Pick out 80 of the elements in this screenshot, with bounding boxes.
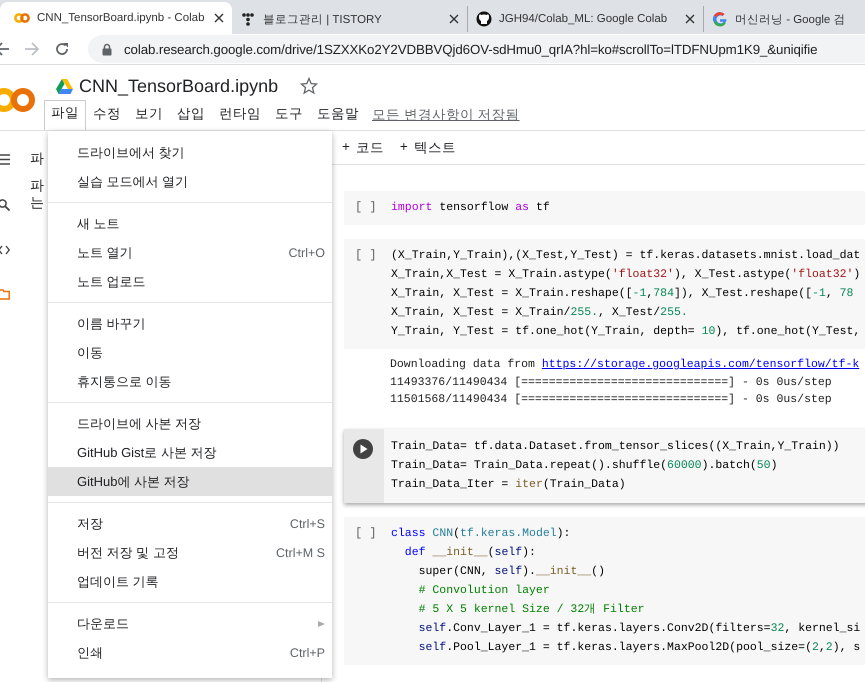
menu-option[interactable]: GitHub에 사본 저장 <box>48 467 332 496</box>
cell-prompt: [ ] <box>355 524 377 542</box>
menu-option[interactable]: 이름 바꾸기 <box>48 309 332 338</box>
tab-title: 블로그관리 | TISTORY <box>263 12 383 26</box>
browser-tab[interactable]: 블로그관리 | TISTORY <box>232 6 468 32</box>
menu-option[interactable]: 노트 업로드 <box>48 267 332 296</box>
cell-prompt: [ ] <box>355 247 377 264</box>
drive-icon <box>56 78 73 94</box>
menu-item[interactable]: 보기 <box>128 101 170 128</box>
close-icon[interactable] <box>214 13 224 23</box>
code-line: X_Train,X_Test = X_Train.astype('float32'), X_Test.astype('float32') <box>391 267 860 283</box>
menu-icon[interactable] <box>0 154 10 165</box>
menu-item[interactable]: 도움말 <box>310 101 366 128</box>
menu-option[interactable]: 이동 <box>48 338 332 367</box>
menu-option[interactable]: 노트 열기 Ctrl+O <box>48 238 332 267</box>
menu-option[interactable]: 휴지통으로 이동 <box>48 367 332 396</box>
code-line: Train_Data= Train_Data.repeat().shuffle(60000).batch(50) <box>391 458 778 474</box>
dots-icon <box>240 11 256 27</box>
menu-item[interactable]: 런타임 <box>212 101 268 128</box>
search-icon[interactable] <box>0 199 10 211</box>
code-line: class CNN(tf.keras.Model): <box>391 526 572 542</box>
pane-text: 는 <box>30 194 45 211</box>
code-line: import tensorflow as tf <box>391 200 550 216</box>
pane-heading: 파 <box>30 150 45 168</box>
code-line: (X_Train,Y_Train),(X_Test,Y_Test) = tf.keras.datasets.mnist.load_dat <box>391 248 860 264</box>
code-line: self.Pool_Layer_1 = tf.keras.layers.MaxPool2D(pool_size=(2,2), s <box>418 640 860 656</box>
code-line: Train_Data= tf.data.Dataset.from_tensor_slices((X_Train,Y_Train)) <box>391 438 840 454</box>
browser-tab[interactable]: 머신러닝 - Google 검 <box>704 6 865 32</box>
star-icon[interactable] <box>300 77 318 95</box>
code-cell[interactable]: [ ] import tensorflow as tf <box>344 191 865 225</box>
folder-icon[interactable] <box>0 289 10 300</box>
code-line: X_Train, X_Test = X_Train/255., X_Test/255. <box>391 305 689 321</box>
menu-option[interactable]: 인쇄 Ctrl+P <box>48 638 332 667</box>
notebook-title[interactable]: CNN_TensorBoard.ipynb <box>79 76 278 96</box>
code-line: # Convolution layer <box>418 582 551 598</box>
close-icon[interactable] <box>685 14 695 24</box>
menu-option[interactable]: 업데이트 기록 <box>48 567 332 596</box>
link[interactable]: https://storage.googleapis.com/tensorflow/tf-k <box>542 358 860 371</box>
code-cell[interactable]: Train_Data= tf.data.Dataset.from_tensor_slices((X_Train,Y_Train)) Train_Data= Train_Data.repeat().shuffle(60000).batch(50) Train_Data_Iter = iter(Train_Data) <box>344 428 865 502</box>
code-icon[interactable] <box>0 245 10 255</box>
menu-item[interactable]: 파일 <box>44 100 86 130</box>
add-button[interactable]: + 코드 <box>340 136 386 158</box>
menu-option[interactable]: 드라이브에 사본 저장 <box>48 409 332 438</box>
code-line: # 5 X 5 kernel Size / 32개 Filter <box>418 602 646 618</box>
code-line: self.Conv_Layer_1 = tf.keras.layers.Conv2D(filters=32, kernel_si <box>418 620 860 636</box>
lock-icon <box>102 42 112 56</box>
menu-option[interactable]: 드라이브에서 찾기 <box>48 138 332 167</box>
run-button[interactable] <box>353 438 373 458</box>
tab-title: CNN_TensorBoard.ipynb - Colab <box>37 12 206 24</box>
github-icon <box>476 11 492 27</box>
close-icon[interactable] <box>449 14 459 24</box>
menu-option[interactable]: 새 노트 <box>48 209 332 238</box>
cell-prompt: [ ] <box>355 199 377 216</box>
code-line: Y_Train, Y_Test = tf.one_hot(Y_Train, depth= 10), tf.one_hot(Y_Test, <box>391 324 860 340</box>
tab-title: JGH94/Colab_ML: Google Colab <box>499 13 668 25</box>
menu-option[interactable]: 버전 저장 및 고정 Ctrl+M S <box>48 538 332 567</box>
google-icon <box>712 11 728 27</box>
code-line: X_Train, X_Test = X_Train.reshape([-1,784]), X_Test.reshape([-1, 78 <box>391 286 854 302</box>
menu-item[interactable]: 삽입 <box>170 101 212 128</box>
menu-option[interactable]: 다운로드 <box>48 609 332 638</box>
menu-item[interactable]: 수정 <box>86 101 128 128</box>
output-line: 11493376/11490434 [==============================] - 0s 0us/step <box>390 374 833 390</box>
code-line: def __init__(self): <box>404 544 537 560</box>
tab-title: 머신러닝 - Google 검 <box>735 12 846 26</box>
save-status-link[interactable]: 모든 변경사항이 저장됨 <box>372 106 520 124</box>
add-button[interactable]: + 텍스트 <box>398 136 458 158</box>
code-line: super(CNN, self).__init__() <box>418 564 606 580</box>
menu-option[interactable]: 실습 모드에서 열기 <box>48 167 332 196</box>
menu-option[interactable]: GitHub Gist로 사본 저장 <box>48 438 332 467</box>
menu-option[interactable]: 저장 Ctrl+S <box>48 509 332 538</box>
colab-logo-icon <box>14 10 30 26</box>
output-line: Downloading data from https://storage.googleapis.com/tensorflow/tf-k <box>390 357 860 373</box>
output-line: 11501568/11490434 [==============================] - 0s 0us/step <box>390 392 833 408</box>
reload-icon[interactable] <box>54 41 70 57</box>
browser-tab[interactable]: CNN_TensorBoard.ipynb - Colab <box>0 2 232 34</box>
pane-text: 파 <box>30 177 45 194</box>
address-field[interactable]: colab.research.google.com/drive/1SZXXKo2Y2VDBBVQjd6OV-sdHmu0_qrIA?hl=ko#scrollTo=lTDFNUpm1K9_&uniqifie <box>88 35 865 63</box>
browser-tab[interactable]: JGH94/Colab_ML: Google Colab <box>468 6 704 32</box>
menu-item[interactable]: 도구 <box>268 101 310 128</box>
code-line: Train_Data_Iter = iter(Train_Data) <box>391 476 627 492</box>
